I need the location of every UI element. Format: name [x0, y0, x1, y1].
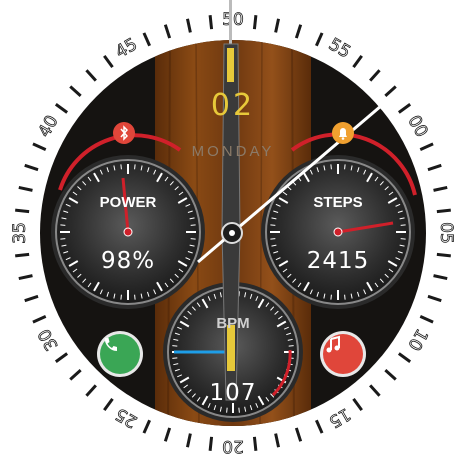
music-button[interactable]: [320, 331, 366, 377]
bezel-tick: [427, 294, 442, 303]
subdial-tick: [120, 164, 122, 170]
subdial-tick: [134, 164, 136, 170]
bezel-tick: [103, 397, 114, 412]
bezel-number: 05: [436, 222, 456, 244]
bezel-tick: [85, 384, 97, 397]
subdial-tick: [270, 224, 276, 226]
bezel-tick: [352, 54, 363, 69]
subdial-tick: [172, 357, 178, 359]
bluetooth-icon: [120, 125, 129, 141]
bell-icon: [339, 128, 347, 140]
bezel-tick: [54, 103, 69, 114]
bezel-tick: [208, 15, 214, 30]
bezel-number: 25: [112, 403, 141, 431]
bezel-number: 50: [222, 10, 244, 30]
subdial-tick: [400, 238, 406, 240]
bezel-tick: [69, 85, 82, 97]
bezel-number: 55: [325, 34, 354, 62]
bezel-number: 10: [403, 325, 431, 354]
bezel-tick: [427, 163, 442, 172]
bezel-number: 40: [34, 112, 62, 141]
subdial-tick: [400, 224, 406, 226]
bezel-tick: [419, 142, 434, 151]
bezel-tick: [433, 186, 448, 192]
bezel-tick: [54, 352, 69, 363]
bezel-tick: [163, 427, 172, 442]
bezel-tick: [69, 369, 82, 381]
subdial-tick: [60, 238, 66, 240]
subdial-tick: [344, 294, 346, 300]
bezel-tick: [252, 15, 258, 30]
subdial-tick: [120, 294, 122, 300]
subdial-tick: [190, 224, 196, 226]
center-hand: [221, 0, 241, 401]
bezel-tick: [32, 142, 47, 151]
watch-face-graphics: 50 55 00 05 10 15 20 25 30 35 40 45: [10, 0, 456, 456]
subdial-tick: [238, 407, 240, 413]
watch-face: 50 55 00 05 10 15 20 25 30 35 40 45 02 M…: [0, 0, 466, 466]
bezel-tick: [315, 32, 324, 47]
bezel-tick: [163, 24, 172, 39]
bezel-tick: [294, 24, 303, 39]
bezel-tick: [32, 315, 47, 324]
subdial-tick: [288, 345, 294, 347]
bezel-tick: [436, 252, 451, 258]
bezel-number: 45: [112, 34, 141, 62]
bezel-tick: [274, 433, 280, 448]
bezel-tick: [186, 433, 192, 448]
bezel-tick: [208, 436, 214, 451]
bezel-tick: [24, 163, 39, 172]
bezel-tick: [142, 32, 151, 47]
bezel-number: 35: [10, 222, 30, 244]
alarm-indicator: [332, 122, 354, 144]
bezel-tick: [274, 18, 280, 33]
music-note-icon: [326, 335, 340, 353]
subdial-tick: [226, 407, 228, 413]
bezel-tick: [384, 85, 397, 97]
subdial-tick: [60, 224, 66, 226]
phone-button[interactable]: [97, 331, 143, 377]
bezel-tick: [85, 69, 97, 82]
bezel-number: 30: [34, 325, 62, 354]
bezel-tick: [186, 18, 192, 33]
bezel-tick: [419, 315, 434, 324]
subdial-tick: [330, 294, 332, 300]
subdial-tick: [344, 164, 346, 170]
subdial-tick: [172, 345, 178, 347]
bezel-number: 15: [325, 403, 354, 431]
bezel-tick: [397, 352, 412, 363]
bezel-tick: [294, 427, 303, 442]
bezel-tick: [433, 274, 448, 280]
bezel-number: 00: [403, 112, 431, 141]
bezel-tick: [142, 419, 151, 434]
bezel-tick: [369, 384, 381, 397]
bezel-tick: [24, 294, 39, 303]
bezel-tick: [103, 54, 114, 69]
bluetooth-indicator: [113, 122, 135, 144]
bezel-tick: [15, 252, 30, 258]
subdial-tick: [134, 294, 136, 300]
subdial-tick: [330, 164, 332, 170]
bezel-tick: [315, 419, 324, 434]
bezel-number: 20: [222, 436, 244, 456]
bezel-tick: [18, 274, 33, 280]
bezel-tick: [352, 397, 363, 412]
subdial-tick: [270, 238, 276, 240]
bezel-tick: [252, 436, 258, 451]
bezel-tick: [18, 186, 33, 192]
bezel-tick: [15, 208, 30, 214]
bezel-tick: [384, 369, 397, 381]
phone-icon: [104, 338, 117, 351]
bezel-tick: [436, 208, 451, 214]
bezel-tick: [397, 103, 412, 114]
bezel-tick: [369, 69, 381, 82]
subdial-tick: [190, 238, 196, 240]
